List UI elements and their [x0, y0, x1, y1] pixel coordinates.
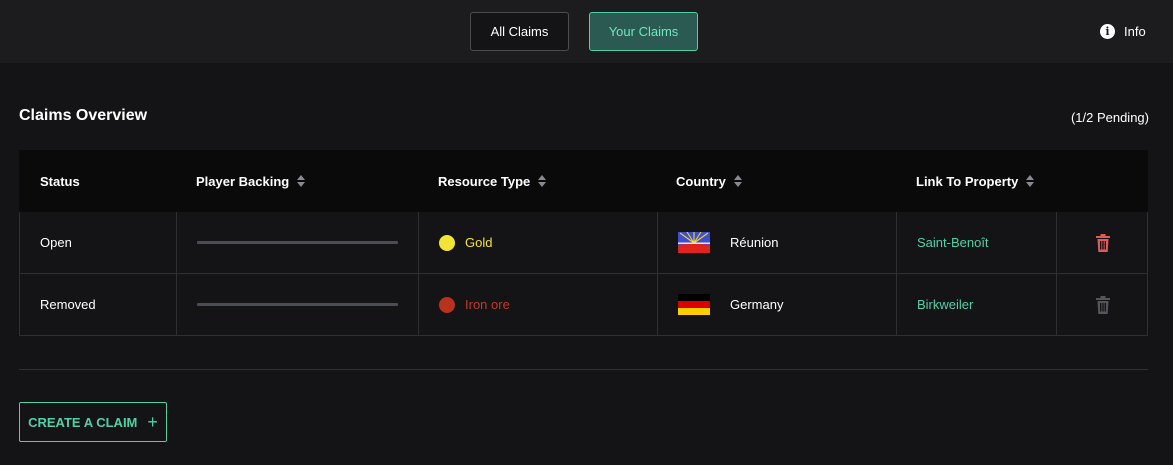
table-header: Status Player Backing Resource Type Coun…: [19, 150, 1148, 212]
trash-icon[interactable]: [1095, 233, 1110, 252]
info-button[interactable]: i Info: [1100, 23, 1146, 40]
property-link[interactable]: Saint-Benoît: [917, 235, 989, 250]
header-link-to-property[interactable]: Link To Property: [916, 150, 1035, 212]
info-icon: i: [1100, 24, 1115, 39]
status-text: Removed: [40, 297, 96, 312]
country-cell: Germany: [657, 274, 896, 335]
reunion-flag: [678, 232, 710, 253]
status-text: Open: [40, 235, 72, 250]
sort-icon[interactable]: [538, 175, 547, 187]
header-player-backing[interactable]: Player Backing: [196, 150, 306, 212]
header-resource-type-label: Resource Type: [438, 173, 531, 189]
header-status: Status: [40, 150, 80, 212]
property-cell: Saint-Benoît: [896, 212, 1056, 273]
info-label: Info: [1124, 24, 1146, 39]
status-cell: Removed: [20, 274, 176, 335]
table-row: Removed Iron ore Germany Birkweiler: [19, 274, 1148, 336]
pending-count: (1/2 Pending): [1070, 110, 1149, 125]
player-backing-bar: [197, 241, 398, 244]
resource-cell: Iron ore: [418, 274, 657, 335]
header-player-backing-label: Player Backing: [196, 173, 290, 189]
header-resource-type[interactable]: Resource Type: [438, 150, 547, 212]
resource-cell: Gold: [418, 212, 657, 273]
tab-your-claims[interactable]: Your Claims: [589, 12, 698, 51]
sort-icon[interactable]: [733, 175, 742, 187]
divider: [19, 369, 1148, 370]
header-country[interactable]: Country: [676, 150, 742, 212]
resource-dot: [439, 296, 455, 313]
resource-dot: [439, 234, 455, 251]
sort-icon[interactable]: [297, 175, 306, 187]
resource-label: Gold: [465, 235, 493, 250]
create-claim-label: CREATE A CLAIM: [28, 414, 138, 430]
status-cell: Open: [20, 212, 176, 273]
country-cell: Réunion: [657, 212, 896, 273]
plus-icon: +: [147, 412, 158, 432]
player-backing-bar: [197, 303, 398, 306]
backing-cell: [176, 274, 418, 335]
resource-label: Iron ore: [465, 297, 510, 312]
header-link-to-property-label: Link To Property: [916, 173, 1019, 189]
create-claim-button[interactable]: CREATE A CLAIM +: [19, 402, 167, 442]
sort-icon[interactable]: [1026, 175, 1035, 187]
property-link[interactable]: Birkweiler: [917, 297, 973, 312]
country-name: Germany: [730, 297, 784, 312]
delete-cell: [1056, 274, 1148, 335]
germany-flag: [678, 294, 710, 315]
top-bar: All Claims Your Claims i Info: [0, 0, 1173, 63]
tab-all-claims[interactable]: All Claims: [470, 12, 569, 51]
country-name: Réunion: [730, 235, 779, 250]
header-country-label: Country: [676, 173, 726, 189]
header-status-label: Status: [40, 173, 80, 189]
page-title: Claims Overview: [19, 107, 148, 124]
property-cell: Birkweiler: [896, 274, 1056, 335]
trash-icon[interactable]: [1095, 295, 1110, 314]
claims-table: Status Player Backing Resource Type Coun…: [19, 150, 1148, 336]
table-row: Open Gold Réunion Saint-Benoît: [19, 212, 1148, 274]
backing-cell: [176, 212, 418, 273]
delete-cell: [1056, 212, 1148, 273]
